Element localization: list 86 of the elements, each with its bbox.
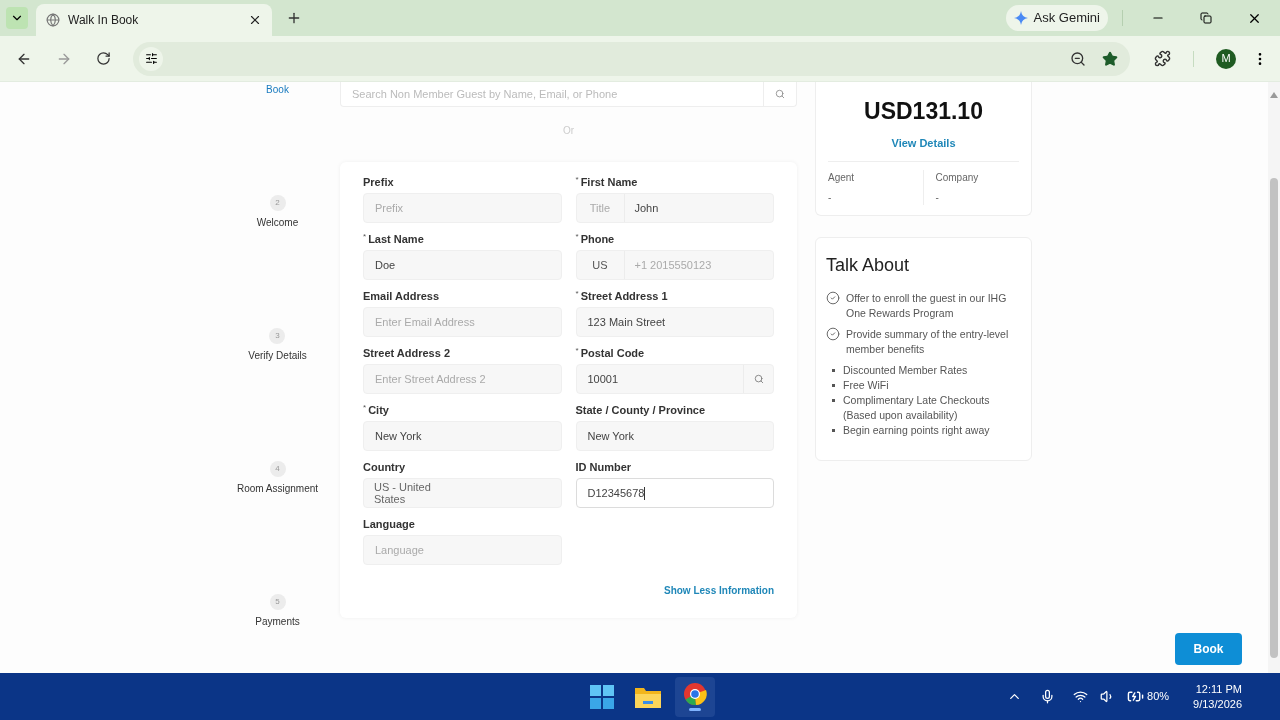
book-button[interactable]: Book [1175,633,1242,665]
checklist-item: Provide summary of the entry-level member benefits [846,327,1010,357]
globe-icon [46,13,60,27]
required-mark: * [575,288,579,300]
check-circle-icon [826,327,840,341]
company-value: - [935,191,940,205]
field-label: Street Address 2 [363,346,451,361]
company-label: Company [935,171,980,185]
step-label[interactable]: Room Assignment [236,481,319,496]
view-details-link[interactable]: View Details [891,134,956,151]
agent-value: - [828,191,833,205]
star-icon[interactable] [1102,50,1118,67]
clock-time: 12:11 PM [1195,681,1242,697]
field-label: Country [363,460,406,475]
step-number: 4 [269,461,286,477]
zoom-out-icon[interactable] [1070,50,1086,67]
reload-icon[interactable] [96,51,111,66]
field-label: Email Address [363,289,439,304]
step-label[interactable]: Verify Details [248,348,307,363]
dropdown-field[interactable]: US [576,251,625,279]
country-select[interactable]: US - United States [363,478,562,508]
required-mark: * [575,174,579,186]
search-icon [753,374,764,384]
field-label: First Name [580,175,638,190]
microphone-icon[interactable] [1040,689,1056,704]
benefit-item: Discounted Member Rates [843,363,968,378]
step-number: 5 [269,594,286,610]
input-field[interactable]: Title John [575,193,774,223]
field-label: State / County / Province [575,403,706,418]
input-field[interactable]: Doe [363,250,562,280]
close-icon[interactable] [248,13,262,27]
field-label: City [368,403,389,418]
checklist-item: Offer to enroll the guest in our IHG One Rewards Program [846,291,1008,321]
step-number: 3 [269,328,286,344]
check-circle-icon [826,291,840,305]
chrome-icon [682,682,707,706]
field-label: Prefix [363,175,394,190]
field-label: Street Address 1 [580,289,668,304]
windows-logo-icon [589,684,614,709]
scrollbar-thumb[interactable] [1270,178,1278,658]
extensions-icon[interactable] [1154,50,1171,67]
settings-icon [144,52,158,65]
input-field[interactable]: New York [575,421,774,451]
show-less-link[interactable]: Show Less Information [664,583,774,598]
field-label: Language [363,517,415,532]
battery-percentage: 80% [1147,689,1170,705]
required-mark: * [575,231,579,243]
required-mark: * [363,231,367,243]
input-field[interactable]: D12345678 [575,478,774,508]
benefit-item: Complimentary Late Checkouts (Based upon availability) [843,393,991,423]
browser-tab[interactable]: Walk In Book [36,4,272,36]
folder-icon [634,685,661,708]
required-mark: * [575,345,579,357]
profile-avatar[interactable]: M [1216,48,1236,69]
text-cursor [644,486,646,500]
scrollbar[interactable] [1268,82,1280,673]
input-field[interactable]: 10001 [575,364,774,394]
search-icon [775,89,785,99]
benefit-item: Free WiFi [843,378,889,393]
sparkle-icon [1013,11,1028,25]
step-label[interactable]: Book [266,82,289,97]
new-tab-icon[interactable] [286,10,302,26]
input-field[interactable]: 123 Main Street [575,307,774,337]
tab-title: Walk In Book [68,12,140,29]
field-label: Phone [580,232,615,247]
benefit-item: Begin earning points right away [843,423,990,438]
scroll-up-icon[interactable] [1270,92,1278,98]
field-label: Postal Code [580,346,645,361]
step-number: 2 [269,195,286,211]
restore-icon[interactable] [1200,12,1212,24]
field-label: ID Number [575,460,632,475]
clock-date: 9/13/2026 [1193,696,1242,712]
step-label[interactable]: Payments [255,614,300,629]
input-field[interactable]: New York [363,421,562,451]
step-label[interactable]: Welcome [256,215,299,230]
agent-label: Agent [828,171,856,185]
ask-gemini-button[interactable]: Ask Gemini [1005,5,1108,31]
input-field[interactable]: US +1 2015550123 [575,250,774,280]
total-amount: USD131.10 [864,97,983,126]
card-title: Talk About [826,254,911,277]
chrome-taskbar-button[interactable] [674,676,715,717]
site-settings-button[interactable] [139,46,163,71]
field-label: Last Name [368,232,424,247]
wifi-icon[interactable] [1073,689,1089,704]
required-mark: * [363,402,367,414]
tab-search-button[interactable] [6,7,28,29]
